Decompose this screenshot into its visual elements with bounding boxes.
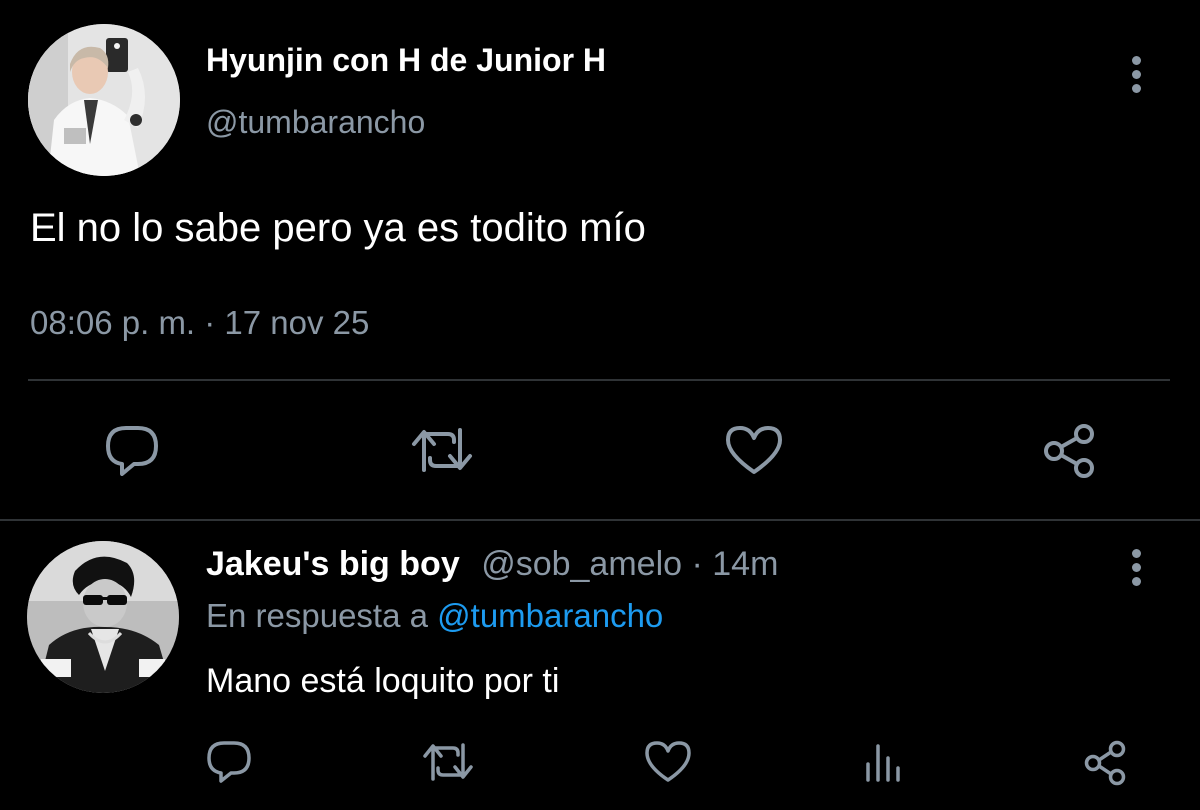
user-handle[interactable]: @tumbarancho: [206, 104, 425, 141]
main-tweet: Hyunjin con H de Junior H @tumbarancho E…: [0, 0, 1200, 520]
reply-separator: ·: [682, 545, 713, 583]
retweet-icon[interactable]: [408, 424, 476, 476]
replying-to: En respuesta a @tumbarancho: [206, 597, 663, 635]
reply-like-icon[interactable]: [644, 740, 692, 784]
reply-handle[interactable]: @sob_amelo: [481, 545, 682, 583]
share-icon[interactable]: [1040, 422, 1098, 480]
reply-avatar[interactable]: [27, 541, 179, 693]
reply-icon[interactable]: [104, 424, 160, 476]
reply-reply-icon[interactable]: [206, 740, 252, 784]
replying-to-mention[interactable]: @tumbarancho: [437, 597, 663, 634]
reply-display-name[interactable]: Jakeu's big boy: [206, 545, 460, 583]
reply-header: Jakeu's big boy @sob_amelo · 14m: [206, 545, 778, 584]
tweet-text: El no lo sabe pero ya es todito mío: [30, 206, 646, 250]
reply-more-options-icon[interactable]: [1125, 545, 1149, 589]
display-name[interactable]: Hyunjin con H de Junior H: [206, 42, 606, 79]
like-icon[interactable]: [724, 424, 784, 476]
reply-share-icon[interactable]: [1082, 740, 1128, 786]
replying-to-prefix: En respuesta a: [206, 597, 438, 634]
section-divider: [0, 519, 1200, 521]
avatar[interactable]: [28, 24, 180, 176]
profile-photo: [28, 24, 180, 176]
divider: [28, 379, 1170, 381]
tweet-timestamp[interactable]: 08:06 p. m. · 17 nov 25: [30, 304, 369, 342]
more-options-icon[interactable]: [1125, 52, 1149, 96]
reply-profile-photo: [27, 541, 179, 693]
reply-retweet-icon[interactable]: [420, 740, 476, 784]
reply-text: Mano está loquito por ti: [206, 662, 560, 700]
analytics-icon[interactable]: [862, 742, 906, 782]
reply-time[interactable]: 14m: [712, 545, 778, 583]
